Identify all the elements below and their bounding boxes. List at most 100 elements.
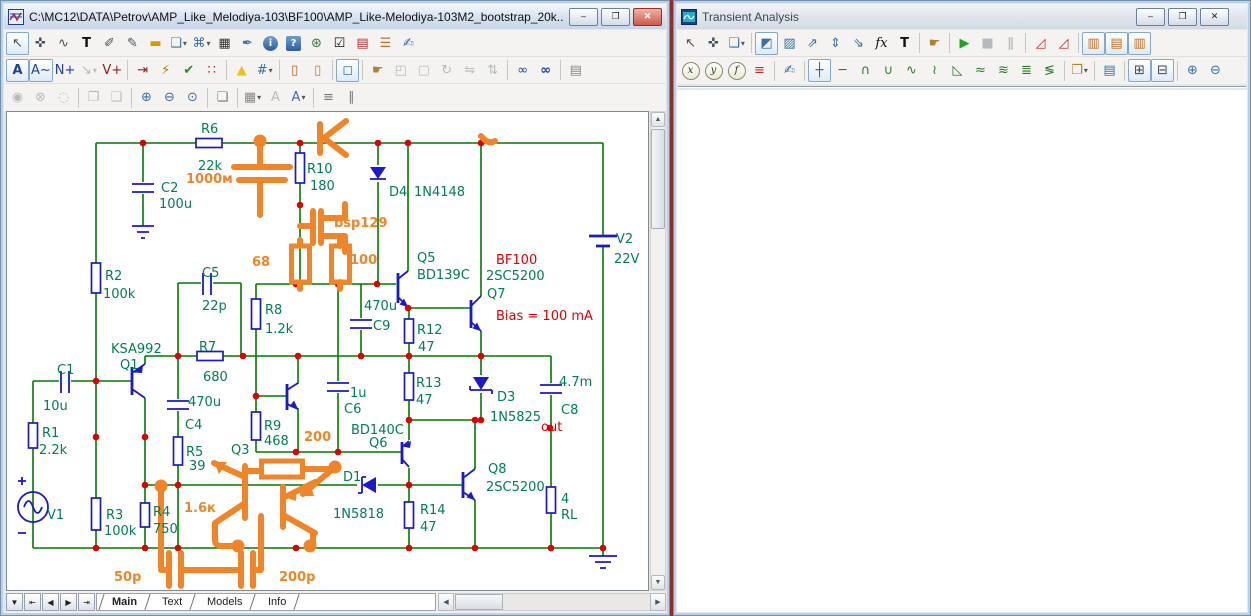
select-region-icon[interactable]: ◻ [336, 58, 360, 82]
run-button[interactable]: ▶ [953, 32, 976, 55]
send-back-icon[interactable]: ❑ [105, 86, 128, 109]
slope-down-icon[interactable]: ◿ [1052, 32, 1075, 55]
select-tool[interactable]: ↖ [679, 32, 702, 55]
show-node-numbers[interactable]: N+ [53, 59, 78, 82]
panel-right-icon[interactable]: ▥ [1128, 31, 1151, 55]
minimize-button[interactable]: – [1136, 7, 1165, 26]
zoom-out-icon[interactable]: ⊖ [158, 86, 181, 109]
restore-button[interactable]: ❐ [1168, 7, 1197, 26]
zoom-out-icon[interactable]: ⊖ [1204, 59, 1227, 82]
dropdown-arrow-icon[interactable]: ▾ [1084, 66, 1088, 75]
horizontal-scroll-thumb[interactable] [455, 594, 503, 610]
vertical-scrollbar[interactable]: ▲ ▼ [650, 111, 666, 591]
schematic-drawing[interactable]: R622kC2100uR2100kC522pR10180 D4 1N4148Q5BD… [7, 112, 648, 590]
high-icon[interactable]: ∿ [900, 59, 923, 82]
y-axis-icon[interactable]: y [702, 59, 725, 82]
scroll-right-button[interactable]: ▶ [650, 593, 666, 611]
minimize-button[interactable]: – [569, 7, 598, 26]
bus-mode-icon[interactable]: ▬ [144, 32, 167, 55]
dropdown-arrow-icon[interactable]: ▾ [257, 93, 261, 102]
align-vertical-icon[interactable]: ∥ [340, 86, 363, 109]
more-icon[interactable]: ◌ [52, 86, 75, 109]
x-axis-icon[interactable]: x [679, 59, 702, 82]
show-node-voltages[interactable]: V+ [100, 59, 124, 82]
line-mode-icon[interactable]: ✐ [98, 32, 121, 55]
step-icon[interactable]: ◉ [6, 86, 29, 109]
align-horizontal-icon[interactable]: ≡ [317, 86, 340, 109]
plot-area[interactable] [677, 90, 1247, 612]
panel-center-icon[interactable]: ▤ [1105, 31, 1128, 55]
bring-front-icon[interactable]: ❐ [82, 86, 105, 109]
link-icon[interactable]: ⊛ [305, 32, 328, 55]
schematic-window-titlebar[interactable]: C:\MC12\DATA\Petrov\AMP_Like_Melodiya-10… [4, 4, 666, 29]
rotate-icon[interactable]: ↻ [435, 59, 458, 82]
zoom-in-icon[interactable]: ⊕ [1181, 59, 1204, 82]
find-icon[interactable]: ∞ [511, 59, 534, 82]
page-flip-icon[interactable]: ❏ [211, 86, 234, 109]
text-mode-icon[interactable]: T [893, 32, 916, 55]
scroll-up-button[interactable]: ▲ [651, 112, 665, 127]
scroll-left-button[interactable]: ◀ [438, 593, 454, 611]
zoom-100-icon[interactable]: ⊙ [181, 86, 204, 109]
scale-both-icon[interactable]: ⇕ [824, 32, 847, 55]
model-doc-icon[interactable]: ▤ [351, 32, 374, 55]
mode-dropdown[interactable]: ↘ ▾ [77, 59, 100, 82]
numeric-output-icon[interactable]: ▤ [1098, 59, 1121, 82]
show-attribute-values[interactable]: A~ [29, 58, 53, 82]
find-next-icon[interactable]: ∞ [534, 59, 557, 82]
font-icon[interactable]: A [264, 86, 287, 109]
component-menu-icon[interactable]: ❏ ▾ [167, 32, 190, 55]
show-currents[interactable]: ⇥ [131, 59, 154, 82]
pan-tool[interactable]: ✜ [702, 32, 725, 55]
fx-icon[interactable]: f [725, 59, 748, 82]
box-select-icon[interactable]: ◰ [389, 59, 412, 82]
horizontal-tag-icon[interactable]: ─ [831, 59, 854, 82]
last-page-button[interactable]: ⇥ [78, 593, 95, 611]
pause-button[interactable]: ∥ [999, 32, 1022, 55]
font-color-icon[interactable]: A ▾ [287, 86, 310, 109]
scale-down-icon[interactable]: ⇘ [847, 32, 870, 55]
text-page-icon[interactable]: ▯ [306, 59, 329, 82]
select-mode-icon[interactable]: ◩ [755, 31, 778, 55]
clipboard-icon[interactable]: ❐ ▾ [1068, 59, 1091, 82]
wire-mode-icon[interactable]: ∿ [52, 32, 75, 55]
next-page-button[interactable]: ▶ [60, 593, 77, 611]
tab-models[interactable]: Models [194, 594, 257, 610]
pan-tool[interactable]: ✜ [29, 32, 52, 55]
dropdown-arrow-icon[interactable]: ▾ [206, 39, 210, 48]
dropdown-arrow-icon[interactable]: ▾ [183, 39, 187, 48]
page-list-button[interactable]: ▼ [6, 593, 23, 611]
low-icon[interactable]: ≀ [923, 59, 946, 82]
schematic-canvas[interactable]: R6 22k C2 100u R2 100k C5 22p R10 180 D4 1N4148 Q5 BD… [6, 111, 649, 591]
formula-icon[interactable]: fx [870, 32, 893, 55]
stack-pages-icon[interactable]: ☰ [374, 32, 397, 55]
close-button[interactable]: ✕ [1200, 7, 1229, 26]
check-icon[interactable]: ☑ [328, 32, 351, 55]
curve-branch-icon[interactable]: ≶ [1038, 59, 1061, 82]
flowchart-menu-icon[interactable]: ⌘ ▾ [190, 32, 213, 55]
scroll-down-button[interactable]: ▼ [651, 575, 665, 590]
edit-plot-icon[interactable]: ✍ [778, 59, 801, 82]
transient-window-titlebar[interactable]: Transient Analysis – ❐ ✕ [677, 4, 1247, 29]
view-mode-icon[interactable]: ▦ ▾ [241, 86, 264, 109]
show-attribute-text[interactable]: A [6, 58, 29, 82]
box-clear-icon[interactable]: ▢ [412, 59, 435, 82]
graph-properties-icon[interactable]: ▨ [778, 32, 801, 55]
grid-toggle[interactable]: # ▾ [253, 59, 276, 82]
scale-up-icon[interactable]: ⇗ [801, 32, 824, 55]
stop-button[interactable]: ■ [976, 32, 999, 55]
region-properties-icon[interactable]: ☛ [366, 59, 389, 82]
graphics-mode-icon[interactable]: ✎ [121, 32, 144, 55]
show-pin-connections[interactable]: ∷ [200, 59, 223, 82]
select-tool[interactable]: ↖ [6, 31, 29, 55]
zoom-region-y-icon[interactable]: ⊟ [1151, 59, 1174, 82]
dropdown-arrow-icon[interactable]: ▾ [301, 93, 305, 102]
tab-info[interactable]: Info [255, 594, 300, 610]
flip-horizontal-icon[interactable]: ⇋ [458, 59, 481, 82]
cursor-mode-icon[interactable]: ┼ [808, 59, 831, 82]
show-power[interactable]: ⚡ [154, 59, 177, 82]
slope-up-icon[interactable]: ◿ [1029, 32, 1052, 55]
flip-vertical-icon[interactable]: ⇅ [481, 59, 504, 82]
curve-group-icon[interactable]: ≣ [1015, 59, 1038, 82]
tab-text[interactable]: Text [149, 594, 196, 610]
